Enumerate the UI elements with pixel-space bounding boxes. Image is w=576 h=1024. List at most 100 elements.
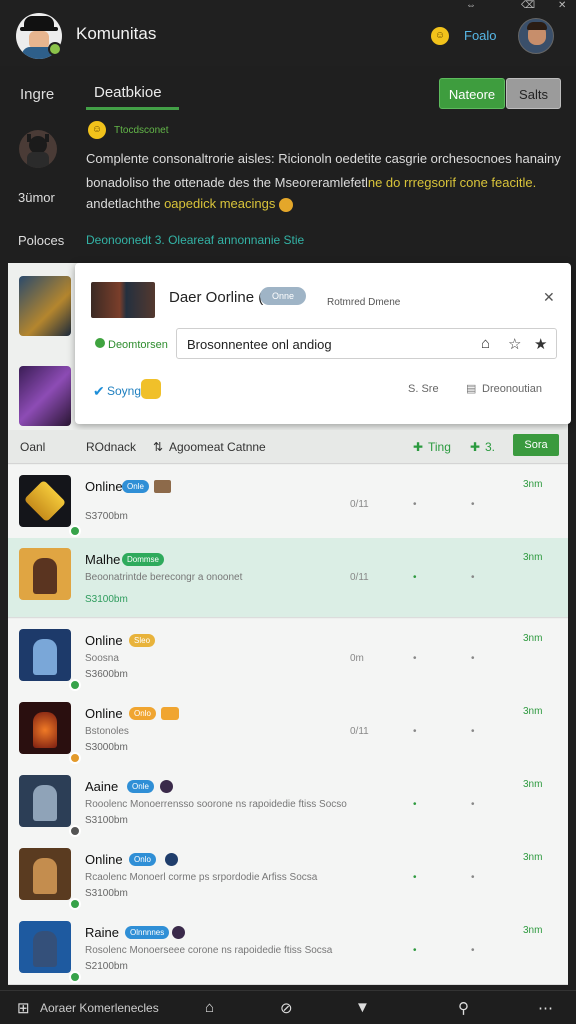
input-value: Brosonnentee onl andiog bbox=[187, 337, 332, 352]
row-count: 0/11 bbox=[350, 499, 369, 510]
search-input[interactable]: Brosonnentee onl andiog ⌂ ☆ ★ bbox=[176, 328, 557, 359]
window-icon-2[interactable]: ⌫ bbox=[521, 0, 535, 11]
row-desc: Rooolenc Monoerrensso soorone ns rapoide… bbox=[85, 799, 347, 810]
popup-action-2[interactable]: Dreonoutian bbox=[482, 383, 542, 395]
online-badge-icon bbox=[69, 752, 81, 764]
header-link[interactable]: Foalo bbox=[464, 28, 497, 43]
popup-link[interactable]: Soyng bbox=[107, 384, 141, 398]
online-badge-icon bbox=[69, 825, 81, 837]
game-thumbnail bbox=[19, 848, 71, 900]
status-badge: Onne bbox=[260, 287, 306, 305]
window-icon-1[interactable]: ⇔ bbox=[466, 0, 476, 11]
post-author-avatar[interactable] bbox=[19, 130, 57, 168]
game-thumbnail bbox=[19, 702, 71, 754]
game-thumbnail bbox=[19, 475, 71, 527]
check-icon: ✔ bbox=[93, 383, 105, 399]
row-sub: S3600bm bbox=[85, 669, 128, 680]
row-dot: • bbox=[413, 572, 417, 583]
row-sub: S3100bm bbox=[85, 594, 128, 605]
game-thumbnail bbox=[19, 548, 71, 600]
secondary-button[interactable]: Salts bbox=[506, 78, 561, 109]
row-time: 3nm bbox=[523, 852, 543, 863]
grid-icon[interactable]: ⊞ bbox=[17, 999, 30, 1017]
online-status-icon bbox=[48, 42, 62, 56]
home-icon[interactable]: ⌂ bbox=[481, 335, 490, 352]
list-item[interactable]: Online Onlo Bstonoles S3000bm 0/11 • • 3… bbox=[8, 692, 568, 766]
row-dot: • bbox=[413, 499, 417, 510]
list-item[interactable]: Online Onle S3700bm 0/11 • • 3nm bbox=[8, 465, 568, 539]
rank-icon bbox=[161, 707, 179, 720]
close-icon[interactable]: ✕ bbox=[543, 289, 555, 306]
row-desc: Rcaolenc Monoerl corme ps srpordodie Arf… bbox=[85, 872, 318, 883]
popup-meta: Rotmred Dmene bbox=[327, 297, 401, 308]
row-name: Malhe bbox=[85, 552, 121, 567]
window-close-icon[interactable]: ✕ bbox=[558, 0, 566, 11]
row-desc: Beoonatrintde berecongr a onoonet bbox=[85, 572, 243, 583]
row-dot: • bbox=[413, 653, 417, 664]
post-text-line-2: bonadoliso the ottenade des the Mseorera… bbox=[86, 175, 537, 190]
status-badge: Olnnnnes bbox=[125, 926, 170, 939]
row-dot: • bbox=[413, 872, 417, 883]
coin-icon bbox=[141, 379, 161, 399]
column-4[interactable]: Ting bbox=[428, 440, 451, 454]
status-badge: Sleo bbox=[129, 634, 156, 647]
sort-button[interactable]: Sora bbox=[513, 434, 559, 456]
app-header: Komunitas ⇔ ⌫ ✕ ☺ Foalo bbox=[0, 0, 576, 66]
game-thumbnail bbox=[19, 775, 71, 827]
status-badge: Onle bbox=[127, 780, 154, 793]
more-icon[interactable]: ⋯ bbox=[538, 999, 553, 1017]
row-dot: • bbox=[413, 799, 417, 810]
sort-icon: ⇅ bbox=[153, 440, 164, 454]
popup-status: Deomtorsen bbox=[108, 339, 168, 351]
primary-button[interactable]: Nateore bbox=[439, 78, 505, 109]
column-5-icon: ✚ bbox=[470, 440, 481, 454]
game-thumbnail bbox=[19, 921, 71, 973]
row-dot: • bbox=[471, 872, 475, 883]
popup-action-1[interactable]: S. Sre bbox=[408, 383, 439, 395]
list-item[interactable]: Online Onlo Rcaolenc Monoerl corme ps sr… bbox=[8, 838, 568, 912]
compass-icon[interactable]: ⊘ bbox=[280, 999, 293, 1017]
profile-avatar[interactable] bbox=[518, 18, 554, 54]
row-dot: • bbox=[413, 945, 417, 956]
row-time: 3nm bbox=[523, 552, 543, 563]
online-badge-icon bbox=[69, 971, 81, 983]
row-name: Online bbox=[85, 479, 123, 494]
row-dot: • bbox=[413, 726, 417, 737]
row-name: Online bbox=[85, 633, 123, 648]
bottom-label[interactable]: Aoraer Komerlenecles bbox=[40, 1001, 159, 1015]
search-icon[interactable]: ⚲ bbox=[458, 999, 469, 1017]
list-item[interactable]: Malhe Dommse Beoonatrintde berecongr a o… bbox=[8, 538, 568, 618]
column-1[interactable]: Oanl bbox=[20, 440, 45, 454]
side-label: 3ümor bbox=[18, 190, 55, 205]
list-item[interactable]: Raine Olnnnnes Rosolenc Monoerseee coron… bbox=[8, 911, 568, 985]
row-dot: • bbox=[471, 499, 475, 510]
row-count: 0/11 bbox=[350, 726, 369, 737]
row-dot: • bbox=[471, 726, 475, 737]
post-tag: Ttocdsconet bbox=[114, 125, 169, 136]
status-icon bbox=[95, 338, 105, 348]
row-sub: S3700bm bbox=[85, 511, 128, 522]
row-dot: • bbox=[471, 945, 475, 956]
home-icon[interactable]: ⌂ bbox=[205, 999, 214, 1016]
column-5[interactable]: 3. bbox=[485, 440, 495, 454]
row-sub: S3100bm bbox=[85, 815, 128, 826]
shield-icon[interactable]: ▼ bbox=[355, 999, 370, 1016]
online-badge-icon bbox=[69, 525, 81, 537]
mini-avatar bbox=[172, 926, 185, 939]
bottom-nav: ⊞ Aoraer Komerlenecles ⌂ ⊘ ▼ ⚲ ⋯ bbox=[0, 990, 576, 1024]
row-dot: • bbox=[471, 653, 475, 664]
list-item[interactable]: Aaine Onle Rooolenc Monoerrensso soorone… bbox=[8, 765, 568, 839]
column-3[interactable]: Agoomeat Catnne bbox=[169, 440, 266, 454]
popup-card: Daer Oorline ( Onne Rotmred Dmene ✕ Deom… bbox=[75, 263, 571, 424]
tab-active[interactable]: Deatbkioe bbox=[86, 82, 179, 110]
tab-ingre[interactable]: Ingre bbox=[20, 86, 54, 103]
row-time: 3nm bbox=[523, 925, 543, 936]
star-icon[interactable]: ☆ bbox=[508, 335, 521, 353]
column-header: Oanl ROdnack ⇅ Agoomeat Catnne ✚ Ting ✚ … bbox=[8, 430, 568, 464]
column-4-icon: ✚ bbox=[413, 440, 424, 454]
column-2[interactable]: ROdnack bbox=[86, 440, 136, 454]
row-time: 3nm bbox=[523, 779, 543, 790]
post-green-line[interactable]: Deonoonedt 3. Oleareaf annonnanie Stie bbox=[86, 233, 304, 247]
list-item[interactable]: Online Sleo Soosna S3600bm 0m • • 3nm bbox=[8, 619, 568, 693]
star-filled-icon[interactable]: ★ bbox=[534, 335, 547, 353]
